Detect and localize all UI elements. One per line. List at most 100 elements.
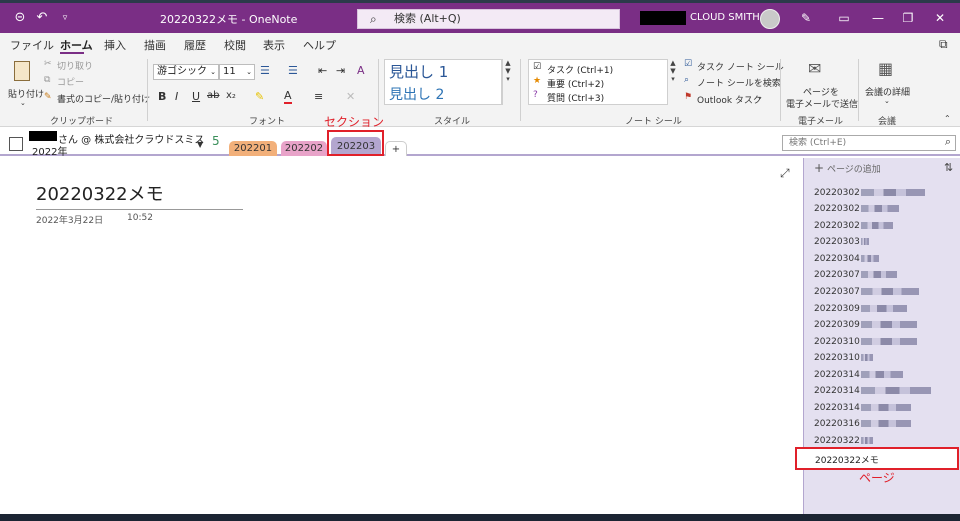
- tags-scroll[interactable]: ▲ ▼ ▾: [667, 59, 678, 105]
- list-item[interactable]: 20220314: [814, 386, 931, 396]
- tag-question[interactable]: 質問 (Ctrl+3): [547, 91, 604, 104]
- sticky-notes-icon[interactable]: ⧉: [939, 37, 948, 52]
- email-line2: 電子メールで送信: [786, 100, 859, 110]
- envelope-icon: ✉: [808, 59, 822, 78]
- menu-file[interactable]: ファイル: [10, 37, 54, 53]
- list-item[interactable]: 20220310: [814, 353, 873, 363]
- restore-window-icon[interactable]: ▭: [834, 8, 854, 28]
- heading1-style[interactable]: 見出し 1: [389, 61, 448, 82]
- underline-icon[interactable]: U: [192, 90, 200, 103]
- font-color-icon[interactable]: A: [284, 89, 292, 104]
- subscript-icon[interactable]: x₂: [226, 90, 236, 101]
- indent-icon[interactable]: ⇥: [336, 64, 345, 77]
- bullets-icon[interactable]: ☰: [260, 64, 270, 77]
- tag-important[interactable]: 重要 (Ctrl+2): [547, 77, 604, 90]
- avatar[interactable]: [760, 9, 780, 29]
- delete-icon[interactable]: ✕: [346, 90, 355, 103]
- menu-insert[interactable]: 挿入: [104, 37, 126, 53]
- outdent-icon[interactable]: ⇤: [318, 64, 327, 77]
- list-item[interactable]: 20220309: [814, 304, 907, 314]
- outlook-tasks-button[interactable]: Outlook タスク: [697, 93, 762, 106]
- sync-icon[interactable]: 5: [212, 134, 220, 148]
- strikethrough-icon[interactable]: ab: [207, 90, 219, 101]
- notebook-name[interactable]: さん @ 株式会社クラウドスミス: [58, 131, 204, 146]
- font-size-select[interactable]: 11 ⌄: [219, 64, 255, 80]
- styles-gallery[interactable]: 見出し 1 見出し 2: [384, 59, 502, 105]
- section-annotation-box: [327, 130, 384, 156]
- page-item-label: 20220307: [814, 287, 860, 297]
- meeting-details-button[interactable]: ▦ 会議の詳細 ⌄: [862, 59, 914, 109]
- menu-help[interactable]: ヘルプ: [303, 37, 336, 53]
- highlight-icon[interactable]: ✎: [255, 90, 264, 103]
- list-item[interactable]: 20220302: [814, 204, 899, 214]
- add-page-button[interactable]: + ページの追加: [814, 161, 881, 175]
- maximize-icon[interactable]: ❐: [898, 8, 918, 28]
- todo-tag-button[interactable]: タスク ノート シール: [697, 60, 784, 73]
- heading2-style[interactable]: 見出し 2: [389, 84, 444, 104]
- menu-home[interactable]: ホーム: [60, 37, 93, 53]
- font-family-select[interactable]: 游ゴシック ⌄: [153, 64, 219, 80]
- list-item[interactable]: 20220316: [814, 419, 911, 429]
- redacted-blur: [860, 288, 919, 295]
- list-item[interactable]: 20220302: [814, 188, 925, 198]
- expand-icon[interactable]: ⤢: [780, 166, 790, 181]
- minimize-icon[interactable]: —: [868, 8, 888, 28]
- page-time: 10:52: [127, 213, 153, 223]
- page-item-label: 20220302: [814, 204, 860, 214]
- email-page-button[interactable]: ✉ ページを 電子メールで送信: [784, 59, 858, 110]
- format-painter-icon: ✎: [44, 92, 52, 102]
- add-page-label: ページの追加: [826, 165, 881, 175]
- list-item[interactable]: 20220314: [814, 370, 903, 380]
- close-icon[interactable]: ✕: [930, 8, 950, 28]
- notebook-search-input[interactable]: 検索 (Ctrl+E) ⌕: [782, 135, 956, 151]
- tag-todo[interactable]: タスク (Ctrl+1): [547, 63, 613, 76]
- clear-format-icon[interactable]: A: [357, 64, 365, 77]
- page-canvas[interactable]: ⤢ 20220322メモ 2022年3月22日 10:52: [0, 158, 803, 514]
- styles-scroll[interactable]: ▲ ▼ ▾: [502, 59, 513, 105]
- menu-review[interactable]: 校閲: [224, 37, 246, 53]
- page-annotation-label: ページ: [859, 471, 895, 485]
- notebook-dropdown-icon[interactable]: ▼: [197, 140, 203, 149]
- page-date: 2022年3月22日: [36, 216, 104, 226]
- notebook-icon[interactable]: [9, 137, 23, 151]
- list-item[interactable]: 20220307: [814, 270, 897, 280]
- align-icon[interactable]: ≡: [314, 90, 323, 103]
- add-section-button[interactable]: +: [385, 141, 407, 156]
- format-painter-button[interactable]: 書式のコピー/貼り付け: [57, 92, 150, 105]
- styles-group-label: スタイル: [434, 117, 471, 127]
- paste-button[interactable]: 貼り付け ⌄: [6, 59, 44, 107]
- tags-gallery[interactable]: ☑ タスク (Ctrl+1) ★ 重要 (Ctrl+2) ? 質問 (Ctrl+…: [528, 59, 678, 105]
- bold-icon[interactable]: B: [158, 90, 166, 103]
- menu-draw[interactable]: 描画: [144, 37, 166, 53]
- quick-access-menu-icon[interactable]: ▿: [56, 9, 74, 27]
- tab-202201[interactable]: 202201: [229, 141, 277, 156]
- menu-view[interactable]: 表示: [263, 37, 285, 53]
- pen-icon[interactable]: ✎: [796, 8, 816, 28]
- find-tags-button[interactable]: ノート シールを検索: [697, 76, 781, 89]
- numbering-icon[interactable]: ☰: [288, 64, 298, 77]
- ribbon-divider: [520, 59, 521, 121]
- italic-icon[interactable]: I: [175, 90, 178, 103]
- list-item[interactable]: 20220322: [814, 436, 873, 446]
- cut-button[interactable]: 切り取り: [57, 59, 93, 72]
- copy-button[interactable]: コピー: [57, 75, 84, 88]
- taskbar: [0, 514, 960, 521]
- search-input[interactable]: ⌕ 検索 (Alt+Q): [357, 9, 620, 29]
- sort-icon[interactable]: ⇅: [944, 161, 953, 174]
- menu-history[interactable]: 履歴: [184, 37, 206, 53]
- list-item[interactable]: 20220307: [814, 287, 919, 297]
- undo-icon[interactable]: ↶: [33, 9, 51, 27]
- back-icon[interactable]: ⊝: [11, 9, 29, 27]
- page-item-label: 20220302: [814, 188, 860, 198]
- collapse-ribbon-icon[interactable]: ⌃: [944, 114, 951, 123]
- tab-202202[interactable]: 202202: [281, 141, 327, 156]
- list-item[interactable]: 20220302: [814, 221, 893, 231]
- list-item[interactable]: 20220303: [814, 237, 869, 247]
- user-name[interactable]: CLOUD SMITH: [690, 12, 760, 23]
- selected-page-item[interactable]: 20220322メモ: [795, 447, 959, 470]
- list-item[interactable]: 20220314: [814, 403, 911, 413]
- list-item[interactable]: 20220304: [814, 254, 879, 264]
- list-item[interactable]: 20220309: [814, 320, 917, 330]
- list-item[interactable]: 20220310: [814, 337, 917, 347]
- page-title[interactable]: 20220322メモ: [36, 180, 164, 206]
